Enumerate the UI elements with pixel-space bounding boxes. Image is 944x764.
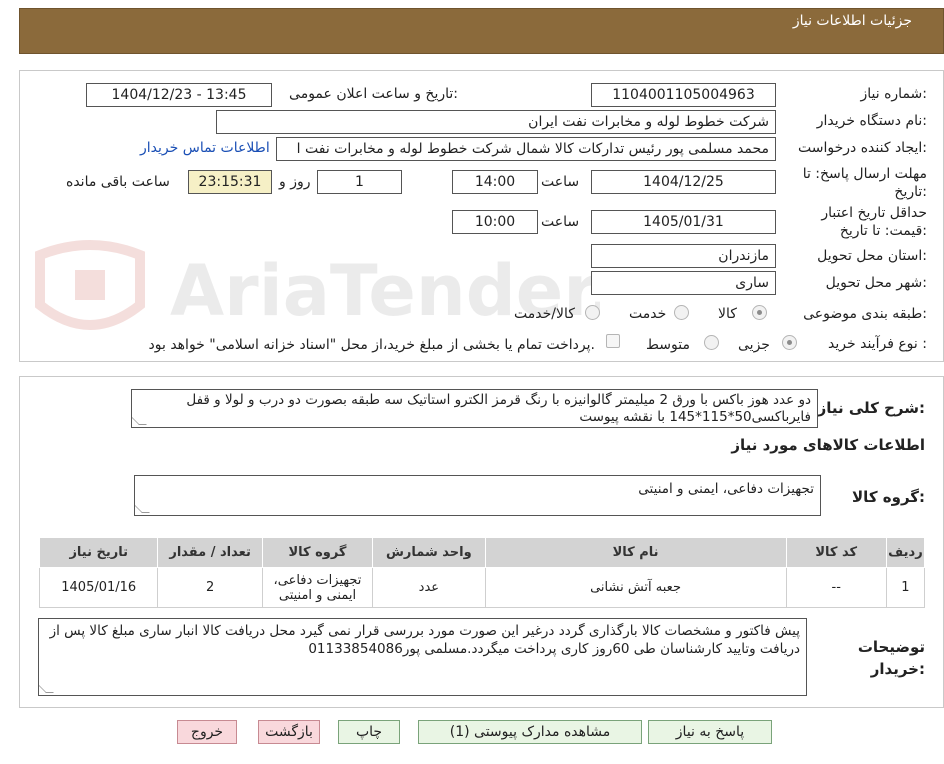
table-row: 1 -- جعبه آتش نشانی عدد تجهیزات دفاعی، ا…: [38, 567, 926, 608]
payment-note: پرداخت تمام یا بخشی از مبلغ خرید،از محل …: [148, 337, 595, 353]
cell-group: تجهیزات دفاعی، ایمنی و امنیتی: [261, 567, 374, 608]
validity-date-field[interactable]: 1405/01/31: [591, 210, 776, 234]
validity-time-label: ساعت: [541, 214, 580, 230]
description-text: دو عدد هوز باکس با ورق 2 میلیمتر گالوانی…: [186, 392, 811, 425]
category-service-label: خدمت: [629, 306, 667, 322]
goods-group-field[interactable]: تجهیزات دفاعی، ایمنی و امنیتی: [134, 475, 821, 516]
buyer-notes-label: توضیحات خریدار:: [857, 638, 925, 678]
process-minor-label: جزیی: [738, 337, 770, 353]
cell-qty: 2: [157, 567, 263, 608]
resize-grip-icon: [132, 417, 147, 425]
need-number-label: شماره نیاز:: [860, 86, 927, 102]
creator-label: ایجاد کننده درخواست:: [798, 140, 927, 156]
cell-row: 1: [885, 567, 926, 608]
col-code: کد کالا: [785, 537, 887, 568]
province-field[interactable]: مازندران: [591, 244, 776, 268]
goods-section-title: اطلاعات کالاهای مورد نیاز: [731, 436, 925, 454]
process-label: نوع فرآیند خرید :: [828, 336, 927, 352]
reply-date-field[interactable]: 1404/12/25: [591, 170, 776, 194]
days-field[interactable]: 1: [317, 170, 402, 194]
cell-code: --: [785, 567, 887, 608]
announce-field[interactable]: 1404/12/23 - 13:45: [86, 83, 272, 107]
treasury-checkbox[interactable]: [606, 334, 620, 348]
resize-grip-icon: [135, 505, 150, 513]
resize-grip-icon: [39, 685, 54, 693]
buyer-org-field[interactable]: شرکت خطوط لوله و مخابرات نفت ایران: [216, 110, 776, 134]
creator-field[interactable]: محمد مسلمی پور رئیس تدارکات کالا شمال شر…: [276, 137, 776, 161]
remaining-label: ساعت باقی مانده: [66, 174, 170, 190]
remaining-time-field: 23:15:31: [188, 170, 272, 194]
view-attachments-button[interactable]: مشاهده مدارک پیوستی (1): [418, 720, 642, 744]
need-number-field[interactable]: 1104001105004963: [591, 83, 776, 107]
category-both-label: کالا/خدمت: [514, 306, 575, 322]
col-group: گروه کالا: [261, 537, 374, 568]
reply-button[interactable]: پاسخ به نیاز: [648, 720, 772, 744]
reply-deadline-label: مهلت ارسال پاسخ: تا تاریخ:: [802, 166, 927, 200]
col-unit: واحد شمارش: [372, 537, 486, 568]
category-label: طبقه بندی موضوعی:: [803, 306, 927, 322]
process-medium-label: متوسط: [646, 337, 690, 353]
buyer-contact-link[interactable]: اطلاعات تماس خریدار: [140, 140, 270, 156]
print-button[interactable]: چاپ: [338, 720, 400, 744]
description-label: شرح کلی نیاز:: [817, 399, 925, 417]
city-field[interactable]: ساری: [591, 271, 776, 295]
col-date: تاریخ نیاز: [38, 537, 159, 568]
col-name: نام کالا: [484, 537, 787, 568]
category-radio-service[interactable]: [674, 305, 689, 320]
col-row: ردیف: [885, 537, 926, 568]
reply-time-field[interactable]: 14:00: [452, 170, 538, 194]
category-goods-label: کالا: [718, 306, 737, 322]
cell-name: جعبه آتش نشانی: [484, 567, 787, 608]
process-radio-minor[interactable]: [782, 335, 797, 350]
province-label: استان محل تحویل:: [817, 248, 927, 264]
exit-button[interactable]: خروج: [177, 720, 237, 744]
buyer-org-label: نام دستگاه خریدار:: [816, 113, 927, 129]
cell-date: 1405/01/16: [38, 567, 159, 608]
city-label: شهر محل تحویل:: [825, 275, 927, 291]
goods-group-label: گروه کالا:: [852, 488, 925, 506]
category-radio-goods[interactable]: [752, 305, 767, 320]
validity-time-field[interactable]: 10:00: [452, 210, 538, 234]
col-qty: تعداد / مقدار: [157, 537, 263, 568]
buyer-notes-text: پیش فاکتور و مشخصات کالا بارگذاری گردد د…: [49, 623, 800, 657]
cell-unit: عدد: [372, 567, 486, 608]
process-radio-medium[interactable]: [704, 335, 719, 350]
days-label: روز و: [279, 174, 311, 190]
page-title: جزئیات اطلاعات نیاز: [792, 13, 912, 29]
announce-label: تاریخ و ساعت اعلان عمومی:: [289, 86, 458, 102]
reply-time-label: ساعت: [541, 174, 580, 190]
goods-group-text: تجهیزات دفاعی، ایمنی و امنیتی: [638, 481, 814, 497]
category-radio-both[interactable]: [585, 305, 600, 320]
goods-table: ردیف کد کالا نام کالا واحد شمارش گروه کا…: [38, 537, 926, 608]
watermark-logo: AriaTender.net: [35, 240, 600, 332]
back-button[interactable]: بازگشت: [258, 720, 320, 744]
validity-label: حداقل تاریخ اعتبار قیمت: تا تاریخ:: [821, 205, 927, 239]
buyer-notes-field[interactable]: پیش فاکتور و مشخصات کالا بارگذاری گردد د…: [38, 618, 807, 696]
table-header-row: ردیف کد کالا نام کالا واحد شمارش گروه کا…: [38, 537, 926, 568]
description-field[interactable]: دو عدد هوز باکس با ورق 2 میلیمتر گالوانی…: [131, 389, 818, 428]
